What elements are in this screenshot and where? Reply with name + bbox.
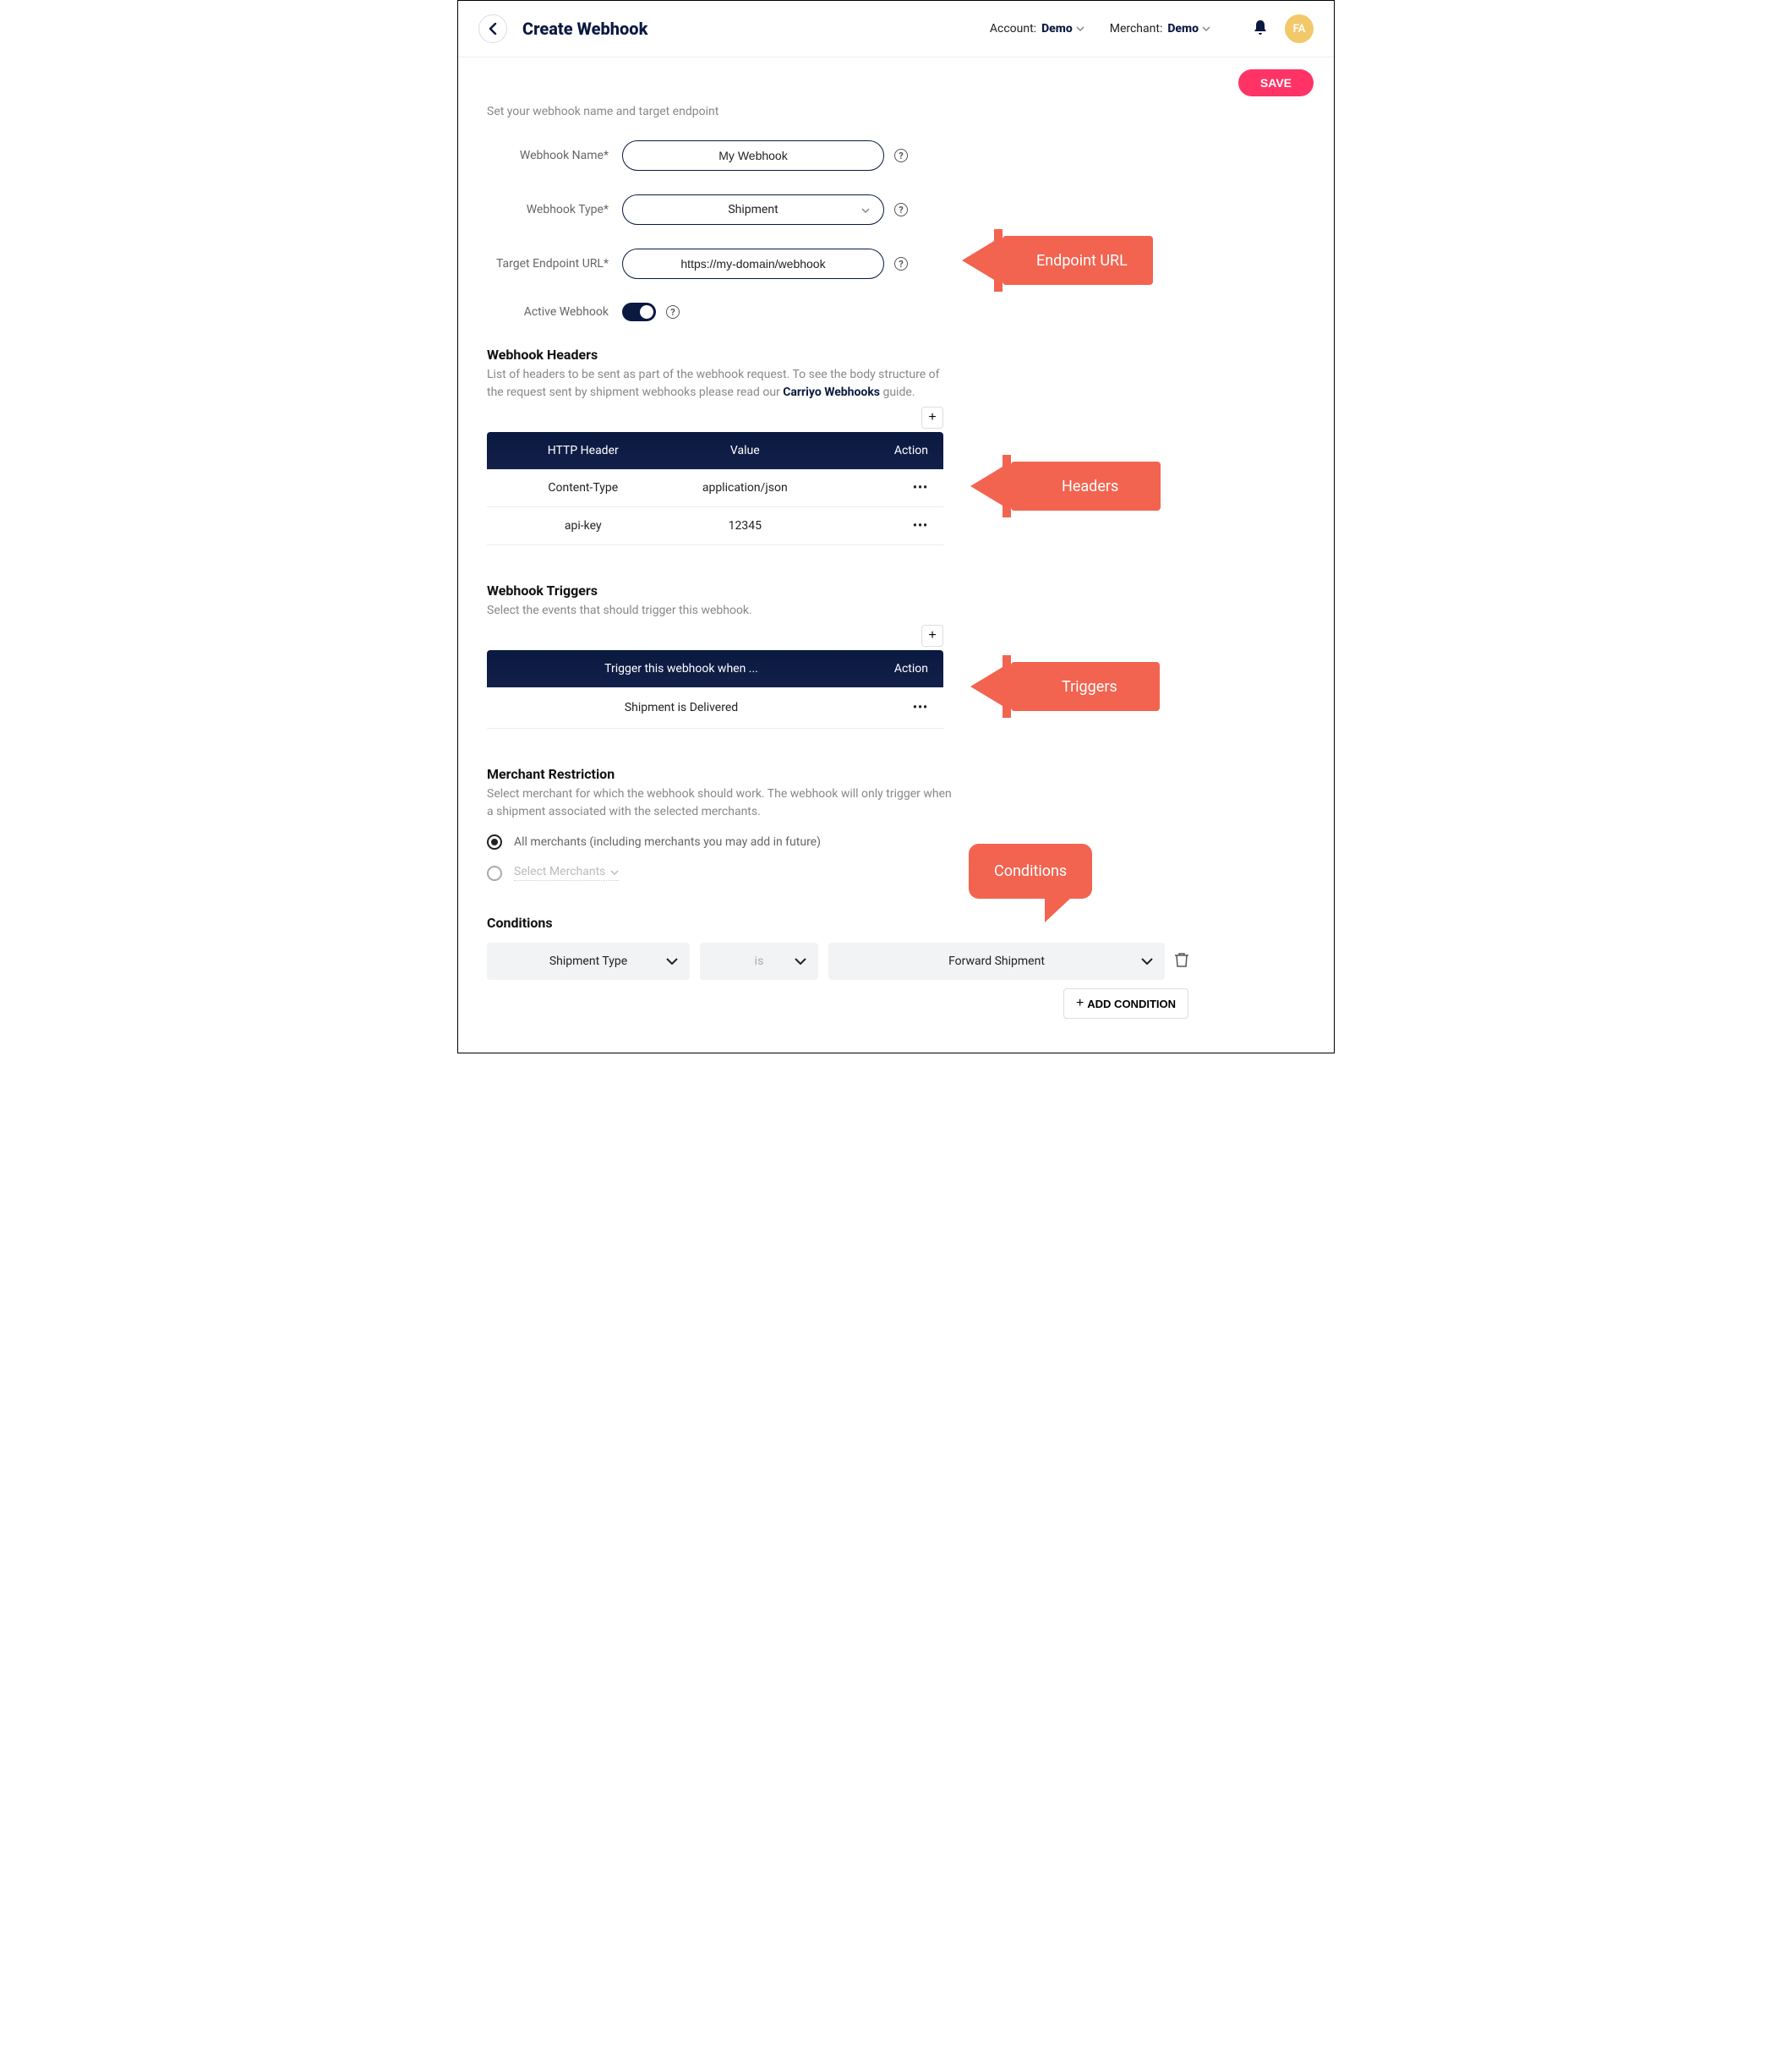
- row-actions-button[interactable]: •••: [913, 519, 928, 533]
- header-name: api-key: [502, 519, 664, 533]
- conditions-section-title: Conditions: [487, 915, 1305, 931]
- webhook-name-input[interactable]: [622, 140, 884, 171]
- condition-field-select[interactable]: Shipment Type: [487, 943, 690, 980]
- webhook-type-label: Webhook Type*: [487, 203, 622, 216]
- callout-label: Endpoint URL: [1036, 252, 1128, 270]
- endpoint-url-input[interactable]: [622, 249, 884, 279]
- back-button[interactable]: [478, 14, 507, 43]
- add-condition-button[interactable]: + ADD CONDITION: [1063, 988, 1188, 1019]
- trigger-event: Shipment is Delivered: [502, 701, 860, 714]
- help-icon[interactable]: ?: [894, 257, 908, 271]
- table-row: Content-Type application/json •••: [487, 469, 943, 507]
- webhook-type-value: Shipment: [728, 203, 778, 216]
- chevron-down-icon: [1141, 955, 1153, 968]
- headers-section-title: Webhook Headers: [487, 347, 1305, 363]
- page-title: Create Webhook: [522, 19, 647, 39]
- condition-field-value: Shipment Type: [549, 955, 627, 968]
- callout-headers: Headers: [1011, 462, 1161, 511]
- col-action: Action: [860, 662, 928, 676]
- condition-operator-value: is: [755, 955, 764, 968]
- row-actions-button[interactable]: •••: [913, 701, 928, 714]
- help-icon[interactable]: ?: [666, 305, 680, 319]
- trash-icon: [1175, 952, 1188, 967]
- condition-operator-select[interactable]: is: [700, 943, 818, 980]
- radio-select-merchants[interactable]: [487, 866, 502, 881]
- table-row: Shipment is Delivered •••: [487, 687, 943, 729]
- endpoint-url-label: Target Endpoint URL*: [487, 257, 622, 271]
- callout-endpoint: Endpoint URL: [1003, 236, 1153, 285]
- chevron-down-icon: [795, 955, 806, 968]
- caret-down-icon: [861, 203, 870, 216]
- callout-triggers: Triggers: [1011, 662, 1160, 711]
- select-merchants-dropdown[interactable]: Select Merchants: [514, 865, 619, 881]
- condition-value-select[interactable]: Forward Shipment: [828, 943, 1165, 980]
- active-webhook-toggle[interactable]: [622, 303, 656, 321]
- intro-text: Set your webhook name and target endpoin…: [487, 105, 1305, 118]
- triggers-section-desc: Select the events that should trigger th…: [487, 602, 943, 620]
- help-icon[interactable]: ?: [894, 203, 908, 216]
- merchant-selector[interactable]: Merchant: Demo: [1110, 22, 1210, 36]
- col-trigger-event: Trigger this webhook when ...: [502, 662, 860, 676]
- merchant-label: Merchant:: [1110, 22, 1163, 36]
- header-value: application/json: [664, 481, 827, 495]
- avatar[interactable]: FA: [1285, 14, 1314, 43]
- help-icon[interactable]: ?: [894, 149, 908, 162]
- header-value: 12345: [664, 519, 827, 533]
- radio-all-merchants[interactable]: [487, 834, 502, 850]
- col-value: Value: [664, 444, 827, 457]
- notifications-button[interactable]: [1253, 19, 1268, 39]
- merchant-section-desc: Select merchant for which the webhook sh…: [487, 785, 960, 821]
- headers-section-desc: List of headers to be sent as part of th…: [487, 366, 943, 402]
- row-actions-button[interactable]: •••: [913, 481, 928, 495]
- save-button[interactable]: SAVE: [1238, 69, 1314, 96]
- callout-conditions: Conditions: [969, 844, 1092, 899]
- webhook-type-select[interactable]: Shipment: [622, 194, 884, 225]
- active-webhook-label: Active Webhook: [487, 305, 622, 319]
- callout-label: Headers: [1045, 478, 1135, 495]
- callout-label: Conditions: [994, 862, 1067, 880]
- account-selector[interactable]: Account: Demo: [990, 22, 1084, 36]
- condition-value-text: Forward Shipment: [948, 955, 1045, 968]
- col-http-header: HTTP Header: [502, 444, 664, 457]
- account-label: Account:: [990, 22, 1036, 36]
- delete-condition-button[interactable]: [1175, 952, 1188, 971]
- chevron-left-icon: [489, 23, 497, 35]
- radio-all-merchants-label: All merchants (including merchants you m…: [514, 835, 821, 849]
- callout-label: Triggers: [1045, 678, 1134, 696]
- table-row: api-key 12345 •••: [487, 507, 943, 545]
- col-action: Action: [826, 444, 928, 457]
- webhook-name-label: Webhook Name*: [487, 149, 622, 162]
- header-name: Content-Type: [502, 481, 664, 495]
- chevron-down-icon: [666, 955, 678, 968]
- caret-down-icon: [1076, 26, 1084, 31]
- add-trigger-button[interactable]: +: [921, 625, 943, 647]
- merchant-value: Demo: [1167, 22, 1199, 36]
- plus-icon: +: [1076, 996, 1084, 1011]
- caret-down-icon: [1202, 26, 1210, 31]
- merchant-section-title: Merchant Restriction: [487, 766, 1305, 782]
- add-header-button[interactable]: +: [921, 407, 943, 429]
- account-value: Demo: [1041, 22, 1073, 36]
- bell-icon: [1253, 19, 1268, 36]
- caret-down-icon: [610, 865, 619, 878]
- triggers-section-title: Webhook Triggers: [487, 583, 1305, 599]
- webhooks-guide-link[interactable]: Carriyo Webhooks: [783, 386, 880, 399]
